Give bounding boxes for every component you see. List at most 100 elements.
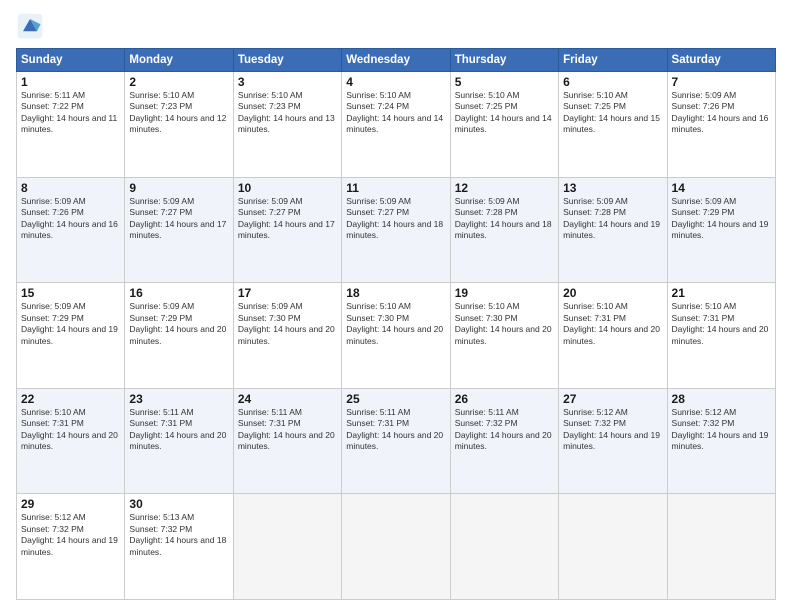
calendar-cell: 11Sunrise: 5:09 AMSunset: 7:27 PMDayligh… <box>342 177 450 283</box>
cell-text: Sunrise: 5:13 AMSunset: 7:32 PMDaylight:… <box>129 512 226 556</box>
calendar-cell: 9Sunrise: 5:09 AMSunset: 7:27 PMDaylight… <box>125 177 233 283</box>
day-header-sunday: Sunday <box>17 49 125 72</box>
calendar-cell: 4Sunrise: 5:10 AMSunset: 7:24 PMDaylight… <box>342 72 450 178</box>
calendar-cell <box>667 494 775 600</box>
calendar-cell: 14Sunrise: 5:09 AMSunset: 7:29 PMDayligh… <box>667 177 775 283</box>
calendar-cell: 6Sunrise: 5:10 AMSunset: 7:25 PMDaylight… <box>559 72 667 178</box>
calendar-cell: 24Sunrise: 5:11 AMSunset: 7:31 PMDayligh… <box>233 388 341 494</box>
day-number: 15 <box>21 286 120 300</box>
cell-text: Sunrise: 5:10 AMSunset: 7:23 PMDaylight:… <box>129 90 226 134</box>
calendar-cell: 1Sunrise: 5:11 AMSunset: 7:22 PMDaylight… <box>17 72 125 178</box>
cell-text: Sunrise: 5:12 AMSunset: 7:32 PMDaylight:… <box>672 407 769 451</box>
cell-text: Sunrise: 5:10 AMSunset: 7:30 PMDaylight:… <box>346 301 443 345</box>
day-number: 10 <box>238 181 337 195</box>
calendar-cell: 18Sunrise: 5:10 AMSunset: 7:30 PMDayligh… <box>342 283 450 389</box>
calendar-cell: 12Sunrise: 5:09 AMSunset: 7:28 PMDayligh… <box>450 177 558 283</box>
cell-text: Sunrise: 5:09 AMSunset: 7:29 PMDaylight:… <box>21 301 118 345</box>
week-row-1: 1Sunrise: 5:11 AMSunset: 7:22 PMDaylight… <box>17 72 776 178</box>
day-number: 30 <box>129 497 228 511</box>
cell-text: Sunrise: 5:11 AMSunset: 7:31 PMDaylight:… <box>238 407 335 451</box>
cell-text: Sunrise: 5:10 AMSunset: 7:31 PMDaylight:… <box>21 407 118 451</box>
day-number: 12 <box>455 181 554 195</box>
day-number: 13 <box>563 181 662 195</box>
cell-text: Sunrise: 5:11 AMSunset: 7:31 PMDaylight:… <box>346 407 443 451</box>
day-number: 5 <box>455 75 554 89</box>
cell-text: Sunrise: 5:10 AMSunset: 7:23 PMDaylight:… <box>238 90 335 134</box>
day-number: 16 <box>129 286 228 300</box>
cell-text: Sunrise: 5:10 AMSunset: 7:30 PMDaylight:… <box>455 301 552 345</box>
calendar-cell: 28Sunrise: 5:12 AMSunset: 7:32 PMDayligh… <box>667 388 775 494</box>
logo <box>16 12 48 40</box>
cell-text: Sunrise: 5:11 AMSunset: 7:22 PMDaylight:… <box>21 90 117 134</box>
calendar-cell: 27Sunrise: 5:12 AMSunset: 7:32 PMDayligh… <box>559 388 667 494</box>
page: SundayMondayTuesdayWednesdayThursdayFrid… <box>0 0 792 612</box>
cell-text: Sunrise: 5:10 AMSunset: 7:24 PMDaylight:… <box>346 90 443 134</box>
cell-text: Sunrise: 5:10 AMSunset: 7:25 PMDaylight:… <box>455 90 552 134</box>
cell-text: Sunrise: 5:09 AMSunset: 7:28 PMDaylight:… <box>455 196 552 240</box>
calendar-cell: 15Sunrise: 5:09 AMSunset: 7:29 PMDayligh… <box>17 283 125 389</box>
day-header-monday: Monday <box>125 49 233 72</box>
day-header-wednesday: Wednesday <box>342 49 450 72</box>
cell-text: Sunrise: 5:09 AMSunset: 7:29 PMDaylight:… <box>672 196 769 240</box>
calendar-cell: 10Sunrise: 5:09 AMSunset: 7:27 PMDayligh… <box>233 177 341 283</box>
cell-text: Sunrise: 5:09 AMSunset: 7:27 PMDaylight:… <box>238 196 335 240</box>
cell-text: Sunrise: 5:09 AMSunset: 7:27 PMDaylight:… <box>129 196 226 240</box>
calendar-cell: 23Sunrise: 5:11 AMSunset: 7:31 PMDayligh… <box>125 388 233 494</box>
header-row: SundayMondayTuesdayWednesdayThursdayFrid… <box>17 49 776 72</box>
day-number: 6 <box>563 75 662 89</box>
calendar-cell: 8Sunrise: 5:09 AMSunset: 7:26 PMDaylight… <box>17 177 125 283</box>
calendar-cell: 26Sunrise: 5:11 AMSunset: 7:32 PMDayligh… <box>450 388 558 494</box>
day-number: 17 <box>238 286 337 300</box>
calendar-cell: 30Sunrise: 5:13 AMSunset: 7:32 PMDayligh… <box>125 494 233 600</box>
calendar-cell <box>559 494 667 600</box>
day-number: 4 <box>346 75 445 89</box>
calendar-cell: 21Sunrise: 5:10 AMSunset: 7:31 PMDayligh… <box>667 283 775 389</box>
day-number: 27 <box>563 392 662 406</box>
calendar-cell: 5Sunrise: 5:10 AMSunset: 7:25 PMDaylight… <box>450 72 558 178</box>
day-number: 8 <box>21 181 120 195</box>
week-row-2: 8Sunrise: 5:09 AMSunset: 7:26 PMDaylight… <box>17 177 776 283</box>
logo-icon <box>16 12 44 40</box>
cell-text: Sunrise: 5:09 AMSunset: 7:30 PMDaylight:… <box>238 301 335 345</box>
day-header-saturday: Saturday <box>667 49 775 72</box>
cell-text: Sunrise: 5:10 AMSunset: 7:31 PMDaylight:… <box>672 301 769 345</box>
week-row-5: 29Sunrise: 5:12 AMSunset: 7:32 PMDayligh… <box>17 494 776 600</box>
day-number: 20 <box>563 286 662 300</box>
day-number: 18 <box>346 286 445 300</box>
day-number: 21 <box>672 286 771 300</box>
cell-text: Sunrise: 5:09 AMSunset: 7:28 PMDaylight:… <box>563 196 660 240</box>
header <box>16 12 776 40</box>
cell-text: Sunrise: 5:09 AMSunset: 7:29 PMDaylight:… <box>129 301 226 345</box>
day-header-thursday: Thursday <box>450 49 558 72</box>
cell-text: Sunrise: 5:10 AMSunset: 7:31 PMDaylight:… <box>563 301 660 345</box>
day-number: 9 <box>129 181 228 195</box>
cell-text: Sunrise: 5:09 AMSunset: 7:26 PMDaylight:… <box>672 90 769 134</box>
day-number: 26 <box>455 392 554 406</box>
week-row-4: 22Sunrise: 5:10 AMSunset: 7:31 PMDayligh… <box>17 388 776 494</box>
calendar-table: SundayMondayTuesdayWednesdayThursdayFrid… <box>16 48 776 600</box>
calendar-cell: 2Sunrise: 5:10 AMSunset: 7:23 PMDaylight… <box>125 72 233 178</box>
calendar-cell <box>233 494 341 600</box>
day-number: 29 <box>21 497 120 511</box>
cell-text: Sunrise: 5:12 AMSunset: 7:32 PMDaylight:… <box>563 407 660 451</box>
day-number: 19 <box>455 286 554 300</box>
day-number: 24 <box>238 392 337 406</box>
cell-text: Sunrise: 5:09 AMSunset: 7:26 PMDaylight:… <box>21 196 118 240</box>
cell-text: Sunrise: 5:09 AMSunset: 7:27 PMDaylight:… <box>346 196 443 240</box>
calendar-cell: 22Sunrise: 5:10 AMSunset: 7:31 PMDayligh… <box>17 388 125 494</box>
cell-text: Sunrise: 5:12 AMSunset: 7:32 PMDaylight:… <box>21 512 118 556</box>
calendar-cell: 13Sunrise: 5:09 AMSunset: 7:28 PMDayligh… <box>559 177 667 283</box>
day-number: 22 <box>21 392 120 406</box>
cell-text: Sunrise: 5:11 AMSunset: 7:32 PMDaylight:… <box>455 407 552 451</box>
calendar-cell <box>342 494 450 600</box>
day-number: 23 <box>129 392 228 406</box>
day-number: 25 <box>346 392 445 406</box>
calendar-cell: 25Sunrise: 5:11 AMSunset: 7:31 PMDayligh… <box>342 388 450 494</box>
calendar-cell <box>450 494 558 600</box>
day-number: 2 <box>129 75 228 89</box>
day-number: 28 <box>672 392 771 406</box>
calendar-cell: 17Sunrise: 5:09 AMSunset: 7:30 PMDayligh… <box>233 283 341 389</box>
calendar-cell: 16Sunrise: 5:09 AMSunset: 7:29 PMDayligh… <box>125 283 233 389</box>
day-number: 14 <box>672 181 771 195</box>
day-number: 3 <box>238 75 337 89</box>
